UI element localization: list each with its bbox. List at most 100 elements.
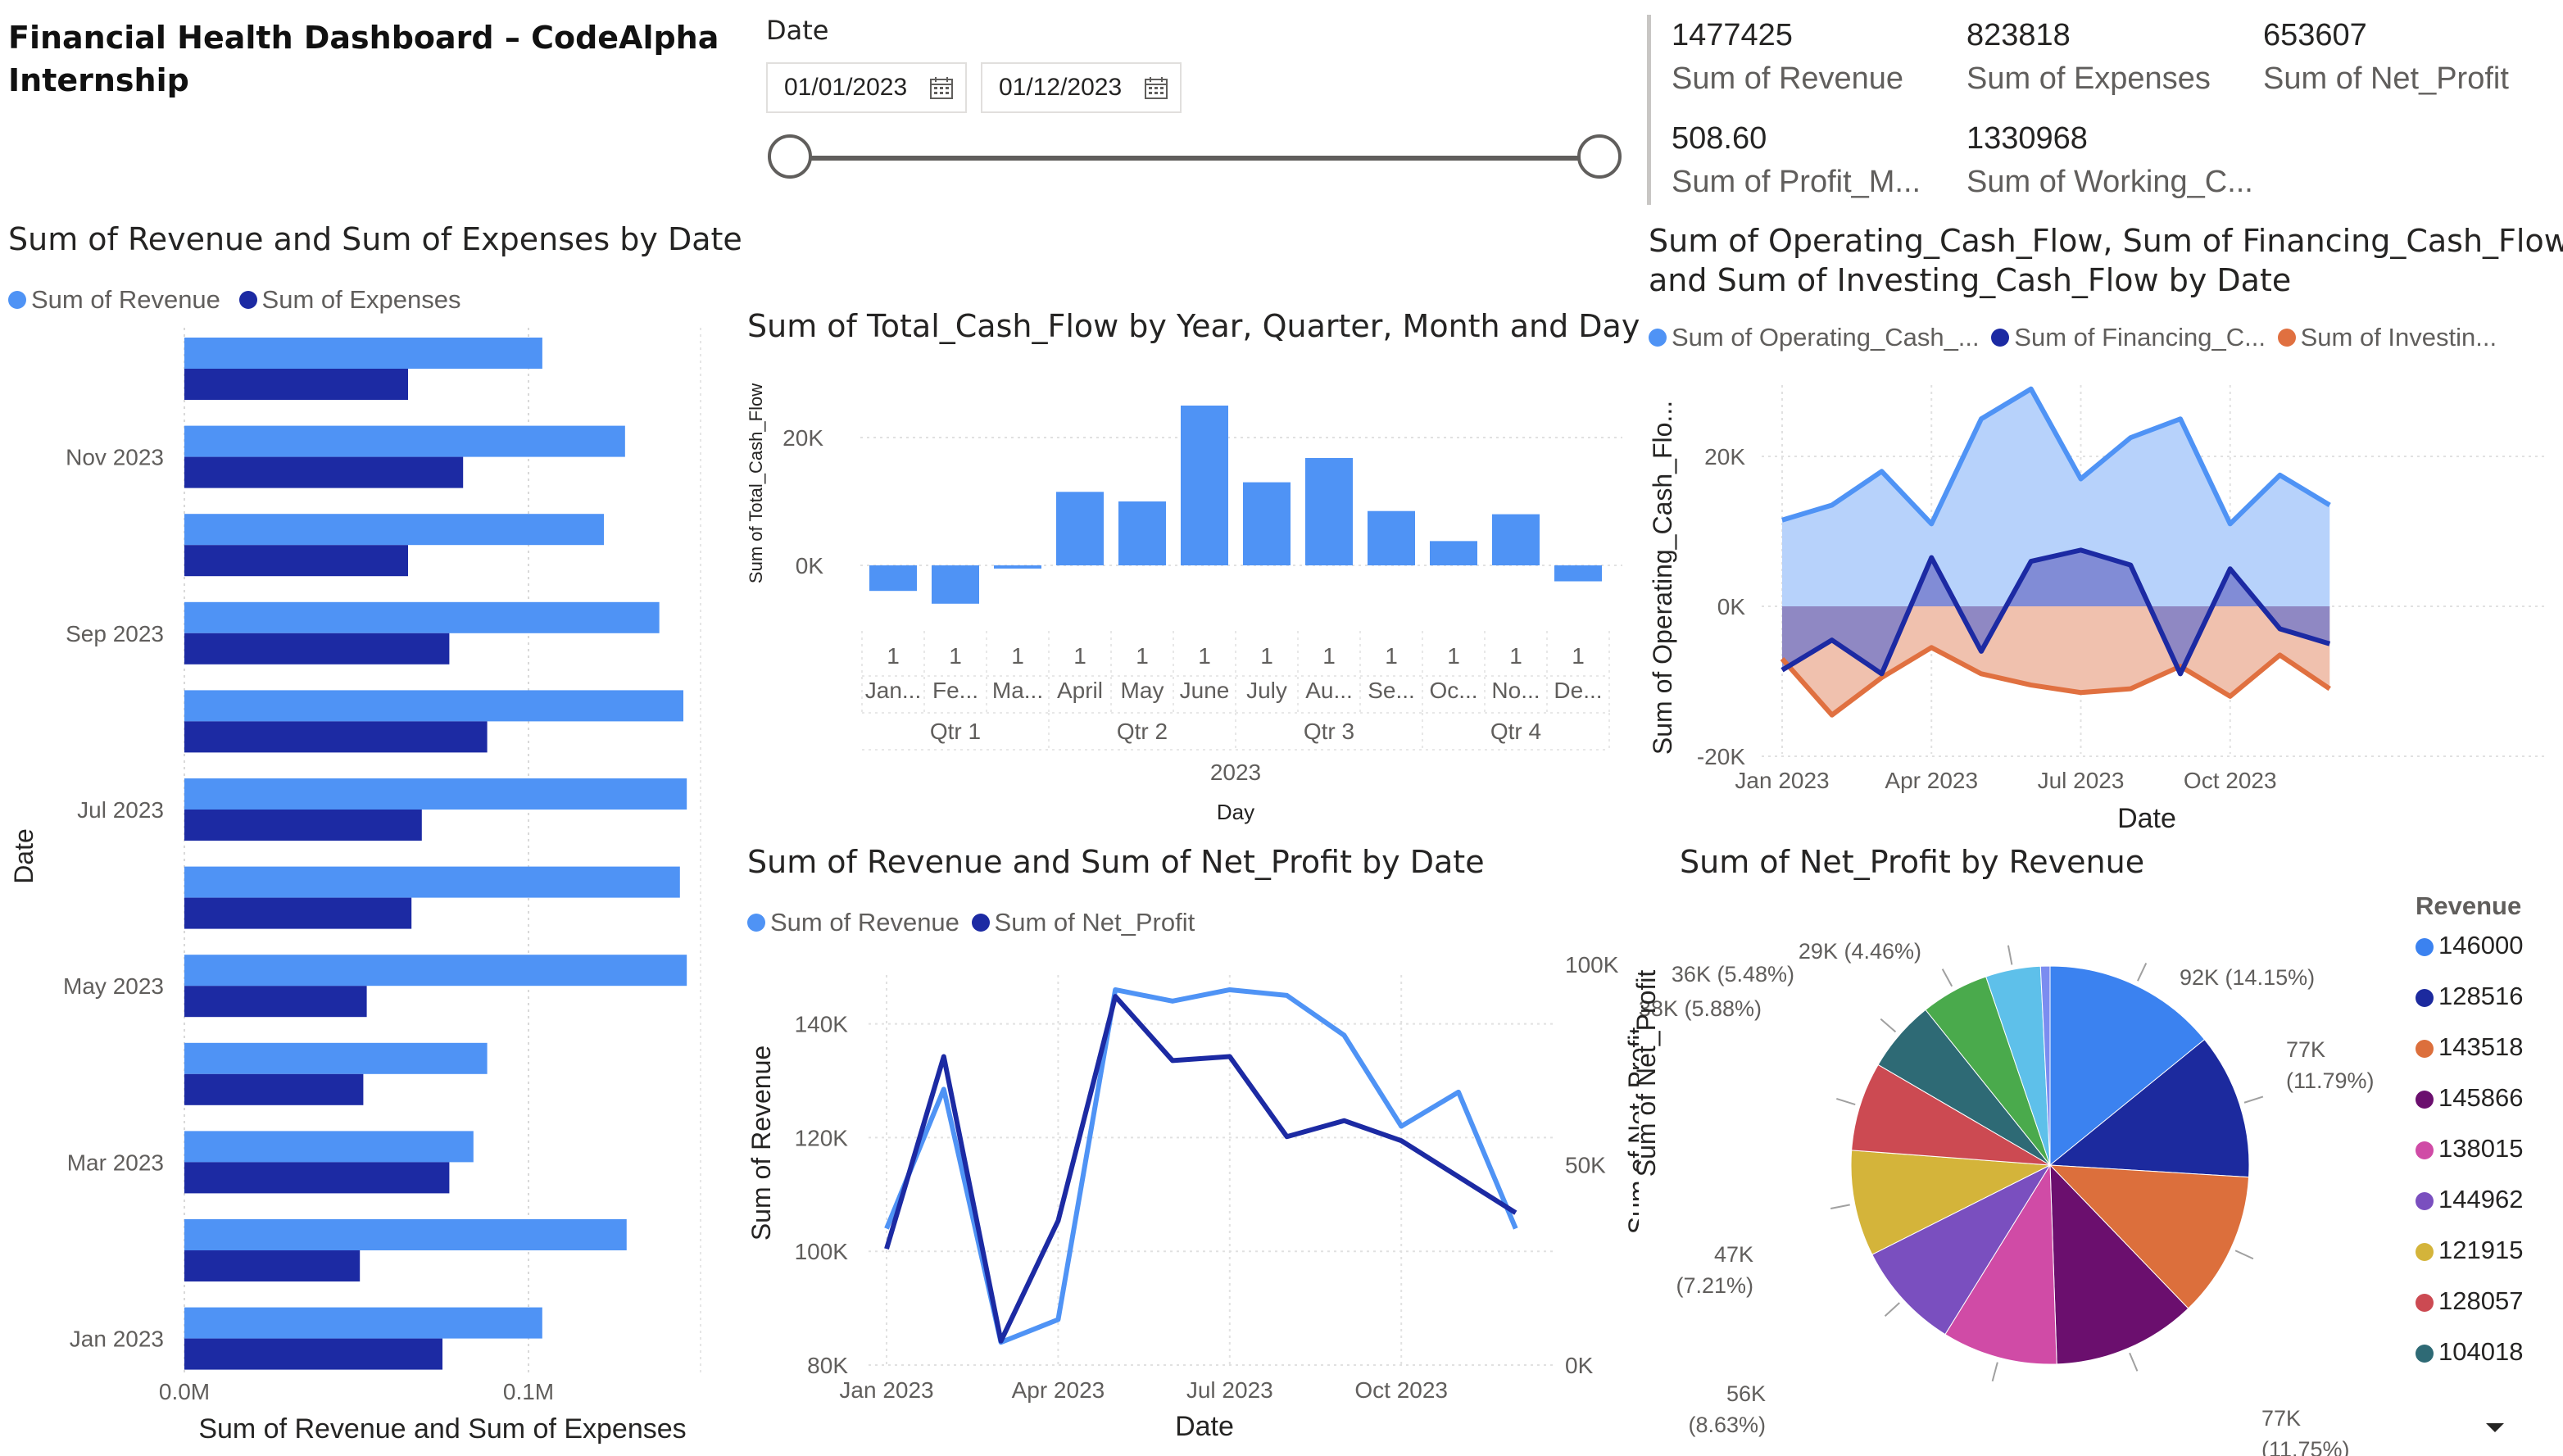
month-label: Jan... [865,678,921,703]
day-label: 1 [1198,643,1211,669]
pie-data-label: 77K [2286,1037,2325,1062]
y-axis-title: Sum of Total_Cash_Flow [746,383,766,583]
kpi-label: Sum of Expenses [1966,61,2211,96]
kpi-value: 1330968 [1966,121,2088,156]
date-slider-track[interactable] [794,156,1597,161]
revenue-bar [184,1131,474,1163]
expenses-bar [184,1162,450,1194]
legend-item[interactable]: Sum of Revenue [770,908,959,937]
y-tick-label: 20K [783,425,823,451]
x-axis-title: Day [1217,800,1254,824]
quarter-label: Qtr 2 [1117,719,1168,744]
legend-dot [2416,988,2434,1007]
date-slicer: Date 01/01/2023 01/12/2023 [766,15,1626,195]
legend-item[interactable]: Sum of Expenses [262,285,461,314]
day-label: 1 [887,643,900,669]
legend-cf: Sum of Operating_Cash_... Sum of Financi… [1649,321,2497,352]
chart-revenue-expenses[interactable]: 0.0M 0.1M Nov 2023 Sep 2023 Jul 2023 May 2023… [0,320,737,1456]
day-label: 1 [1260,643,1273,669]
page-title: Financial Health Dashboard – CodeAlpha I… [8,16,719,102]
cash-flow-bar [1492,514,1540,565]
month-label: Se... [1368,678,1415,703]
pie-legend-item[interactable]: 143518 [2416,1032,2523,1062]
y-right-tick-label: 100K [1565,952,1619,977]
pie-legend-item[interactable]: 128057 [2416,1286,2523,1316]
kpi-value: 1477425 [1672,18,1793,52]
date-end-input[interactable]: 01/12/2023 [981,62,1182,113]
pie-data-label: (11.75%) [2261,1437,2350,1456]
cash-flow-bar [869,565,917,592]
calendar-icon[interactable] [929,75,954,100]
calendar-icon[interactable] [1144,75,1168,100]
kpi-label: Sum of Working_C... [1966,165,2253,199]
date-start-input[interactable]: 01/01/2023 [766,62,967,113]
month-label: No... [1491,678,1540,703]
chart-title-pie: Sum of Net_Profit by Revenue [1680,844,2145,880]
revenue-line [884,987,1518,1345]
legend-item[interactable]: Sum of Financing_C... [2014,323,2266,352]
y-tick-label: 100K [795,1239,849,1264]
pie-leader-line [2243,1095,2264,1104]
y-tick-label: Jul 2023 [77,797,164,823]
chart-total-cash-flow[interactable]: 0K 20K Sum of Total_Cash_Flow 1 Jan... 1 Fe...… [737,361,1631,836]
year-label: 2023 [1210,760,1261,785]
date-slider-end-handle[interactable] [1577,134,1622,179]
y-tick-label: -20K [1697,744,1745,769]
legend-rev-exp: Sum of Revenue Sum of Expenses [8,283,461,315]
day-label: 1 [949,643,962,669]
pie-legend-label: 146000 [2438,931,2524,959]
revenue-bar [184,1219,627,1250]
pie-legend-item[interactable]: 121915 [2416,1236,2523,1265]
pie-legend: Revenue 146000 128516 143518 145866 138015 14… [2416,891,2559,1449]
pie-legend-item[interactable]: 128516 [2416,982,2523,1011]
legend-dot-operating [1649,328,1667,347]
pie-legend-item[interactable]: 145866 [2416,1083,2523,1113]
y-axis-title: Sum of Revenue [746,1046,776,1241]
legend-item[interactable]: Sum of Revenue [31,285,220,314]
kpi-card: 1330968 Sum of Working_C... [1966,121,2261,200]
pie-legend-item[interactable]: 144962 [2416,1185,2523,1214]
legend-dot-revenue [747,913,765,932]
legend-dot-expenses [238,290,257,309]
y-tick-label: 140K [795,1012,849,1037]
revenue-bar [184,425,625,457]
pie-data-label: 77K [2261,1406,2301,1431]
kpi-label: Sum of Net_Profit [2263,61,2509,96]
expenses-bar [184,986,367,1018]
x-tick-label: Jul 2023 [1186,1377,1273,1403]
x-tick-label: Jan 2023 [1735,768,1829,793]
kpi-card: 508.60 Sum of Profit_M... [1672,121,1942,200]
pie-legend-item[interactable]: 146000 [2416,931,2523,960]
revenue-bar [184,690,683,722]
pie-legend-title: Revenue [2416,891,2522,920]
legend-item[interactable]: Sum of Net_Profit [995,908,1195,937]
chart-revenue-net-profit[interactable]: 80K 100K 120K 140K 0K 50K 100K Jan 2023 Apr 2023… [737,942,1639,1456]
chart-title-rev-exp: Sum of Revenue and Sum of Expenses by Da… [8,221,742,257]
legend-item[interactable]: Sum of Operating_Cash_... [1672,323,1980,352]
date-end-value: 01/12/2023 [999,74,1123,101]
cash-flow-bar [1056,492,1104,565]
chart-cash-flow-area[interactable]: -20K 0K 20K Jan 2023 Apr 2023 Jul 2023 Oct 202… [1639,361,2563,844]
legend-item[interactable]: Sum of Investin... [2301,323,2497,352]
cash-flow-bar [932,565,979,604]
legend-dot [2416,1344,2434,1363]
expenses-bar [184,1338,442,1370]
expenses-bar [184,633,450,664]
legend-dot [2416,1141,2434,1159]
x-axis-title: Date [1175,1411,1234,1442]
chevron-down-icon[interactable] [2483,1420,2507,1436]
pie-legend-label: 128516 [2438,982,2524,1010]
pie-leader-line [1880,1018,1897,1033]
expenses-bar [184,369,408,400]
cash-flow-bar [1181,406,1228,565]
pie-data-label: 29K (4.46%) [1799,939,1921,964]
pie-data-label: 56K [1726,1381,1766,1406]
pie-legend-item[interactable]: 104018 [2416,1337,2523,1367]
date-slider-start-handle[interactable] [768,134,812,179]
quarter-label: Qtr 1 [930,719,981,744]
legend-dot [2416,1090,2434,1109]
pie-legend-label: 145866 [2438,1083,2524,1112]
pie-legend-item[interactable]: 138015 [2416,1134,2523,1163]
pie-legend-label: 143518 [2438,1032,2524,1061]
chart-net-profit-pie[interactable]: 92K (14.15%)77K(11.79%)77K(11.75%)76K (1… [1631,893,2401,1456]
